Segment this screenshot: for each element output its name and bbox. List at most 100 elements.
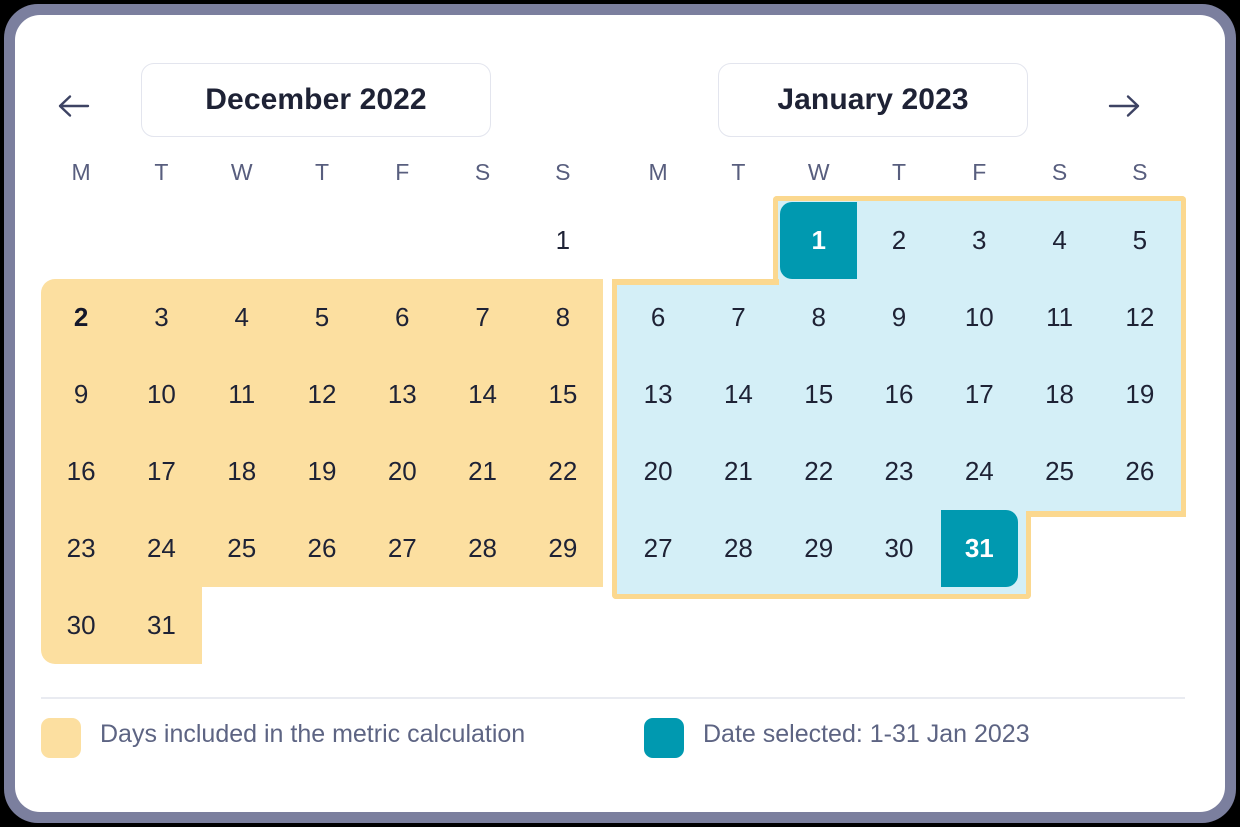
day-cell[interactable]: 11 — [202, 356, 282, 433]
weekday-label: W — [230, 158, 253, 185]
legend-divider — [41, 697, 1185, 699]
day-cell[interactable]: 22 — [523, 433, 603, 510]
legend-swatch-yellow — [41, 718, 81, 758]
day-cell-blank — [442, 587, 522, 664]
day-cell[interactable]: 3 — [939, 202, 1019, 279]
day-cell[interactable]: 21 — [442, 433, 522, 510]
day-cell[interactable]: 14 — [442, 356, 522, 433]
day-cell[interactable]: 12 — [282, 356, 362, 433]
day-cell[interactable]: 5 — [282, 279, 362, 356]
day-cell[interactable]: 10 — [939, 279, 1019, 356]
day-cell-selected-start[interactable]: 1 — [779, 202, 859, 279]
day-cell[interactable]: 26 — [282, 510, 362, 587]
weekday-label: S — [1132, 158, 1148, 185]
prev-month-button[interactable] — [51, 83, 97, 129]
day-cells-december: 1 2 3 4 5 6 7 8 9 10 11 12 13 14 15 16 1… — [41, 202, 603, 664]
day-cell-blank — [282, 587, 362, 664]
month-label-december[interactable]: December 2022 — [141, 63, 491, 137]
day-cell[interactable]: 24 — [121, 510, 201, 587]
next-month-button[interactable] — [1101, 83, 1147, 129]
legend: Days included in the metric calculation … — [41, 715, 1185, 758]
legend-label: Days included in the metric calculation — [100, 720, 526, 748]
calendar-january-2023: M T W T F S S 1 2 3 4 5 6 7 8 9 10 11 12… — [612, 149, 1186, 691]
day-cell[interactable]: 5 — [1100, 202, 1180, 279]
legend-swatch-teal — [644, 718, 684, 758]
weekday-label: T — [154, 158, 169, 185]
day-cell[interactable]: 2 — [859, 202, 939, 279]
day-cell[interactable]: 29 — [779, 510, 859, 587]
day-cell[interactable]: 16 — [41, 433, 121, 510]
day-cell[interactable]: 7 — [698, 279, 778, 356]
weekday-header-december: M T W T F S S — [41, 149, 603, 195]
day-cell[interactable]: 2 — [41, 279, 121, 356]
day-cell[interactable]: 30 — [859, 510, 939, 587]
day-cell[interactable]: 12 — [1100, 279, 1180, 356]
day-cell-blank — [442, 202, 522, 279]
day-cell[interactable]: 20 — [362, 433, 442, 510]
day-cell[interactable]: 9 — [41, 356, 121, 433]
day-cell[interactable]: 27 — [362, 510, 442, 587]
selected-end-chip[interactable]: 31 — [940, 510, 1018, 587]
day-cell[interactable]: 31 — [121, 587, 201, 664]
weekday-label: S — [1051, 158, 1068, 185]
day-grid-january: 1 2 3 4 5 6 7 8 9 10 11 12 13 14 15 16 1… — [612, 196, 1186, 664]
day-cell[interactable]: 23 — [41, 510, 121, 587]
day-cell[interactable]: 8 — [523, 279, 603, 356]
day-cell[interactable]: 26 — [1100, 433, 1180, 510]
weekday-label: F — [972, 158, 987, 185]
day-cell[interactable]: 9 — [859, 279, 939, 356]
day-cell[interactable]: 18 — [1019, 356, 1099, 433]
day-cell-blank — [121, 202, 201, 279]
arrow-right-icon — [1108, 95, 1140, 117]
weekday-label: M — [648, 158, 668, 185]
day-cell[interactable]: 14 — [698, 356, 778, 433]
day-cell[interactable]: 20 — [618, 433, 698, 510]
day-cell[interactable]: 21 — [698, 433, 778, 510]
day-cell[interactable]: 17 — [939, 356, 1019, 433]
month-label-january[interactable]: January 2023 — [718, 63, 1028, 137]
day-cell[interactable]: 17 — [121, 433, 201, 510]
day-cell-blank — [282, 202, 362, 279]
day-cell[interactable]: 19 — [282, 433, 362, 510]
day-cell[interactable]: 25 — [202, 510, 282, 587]
day-cell-blank — [202, 202, 282, 279]
day-cell[interactable]: 13 — [362, 356, 442, 433]
day-cell[interactable]: 4 — [1019, 202, 1099, 279]
day-cell[interactable]: 1 — [523, 202, 603, 279]
selected-start-chip[interactable]: 1 — [780, 202, 858, 279]
day-cell[interactable]: 19 — [1100, 356, 1180, 433]
day-cell-blank — [362, 202, 442, 279]
weekday-label: W — [807, 158, 830, 185]
day-cell-blank — [202, 587, 282, 664]
date-range-picker-card: December 2022 January 2023 M T W T F S S — [15, 15, 1225, 812]
day-cell[interactable]: 22 — [779, 433, 859, 510]
day-cell[interactable]: 28 — [698, 510, 778, 587]
day-cell[interactable]: 3 — [121, 279, 201, 356]
day-cell[interactable]: 16 — [859, 356, 939, 433]
window-frame: December 2022 January 2023 M T W T F S S — [4, 4, 1236, 823]
day-cell[interactable]: 13 — [618, 356, 698, 433]
day-cell-blank — [1100, 510, 1180, 587]
day-cell[interactable]: 6 — [362, 279, 442, 356]
day-cell[interactable]: 25 — [1019, 433, 1099, 510]
calendar-december-2022: M T W T F S S 1 2 3 4 5 6 7 8 9 10 11 12… — [41, 149, 603, 691]
day-cell[interactable]: 15 — [523, 356, 603, 433]
weekday-label: T — [731, 158, 746, 185]
day-cell[interactable]: 30 — [41, 587, 121, 664]
legend-item-date-selected: Date selected: 1-31 Jan 2023 — [644, 715, 1030, 758]
day-cell[interactable]: 27 — [618, 510, 698, 587]
day-cell-blank — [362, 587, 442, 664]
day-cell[interactable]: 18 — [202, 433, 282, 510]
day-cell[interactable]: 11 — [1019, 279, 1099, 356]
day-cell[interactable]: 8 — [779, 279, 859, 356]
day-cell[interactable]: 28 — [442, 510, 522, 587]
day-cell[interactable]: 4 — [202, 279, 282, 356]
day-cell[interactable]: 7 — [442, 279, 522, 356]
day-cell[interactable]: 29 — [523, 510, 603, 587]
day-cell[interactable]: 15 — [779, 356, 859, 433]
day-cell[interactable]: 23 — [859, 433, 939, 510]
day-cell[interactable]: 24 — [939, 433, 1019, 510]
day-cell[interactable]: 10 — [121, 356, 201, 433]
day-cell[interactable]: 6 — [618, 279, 698, 356]
day-cell-selected-end[interactable]: 31 — [939, 510, 1019, 587]
